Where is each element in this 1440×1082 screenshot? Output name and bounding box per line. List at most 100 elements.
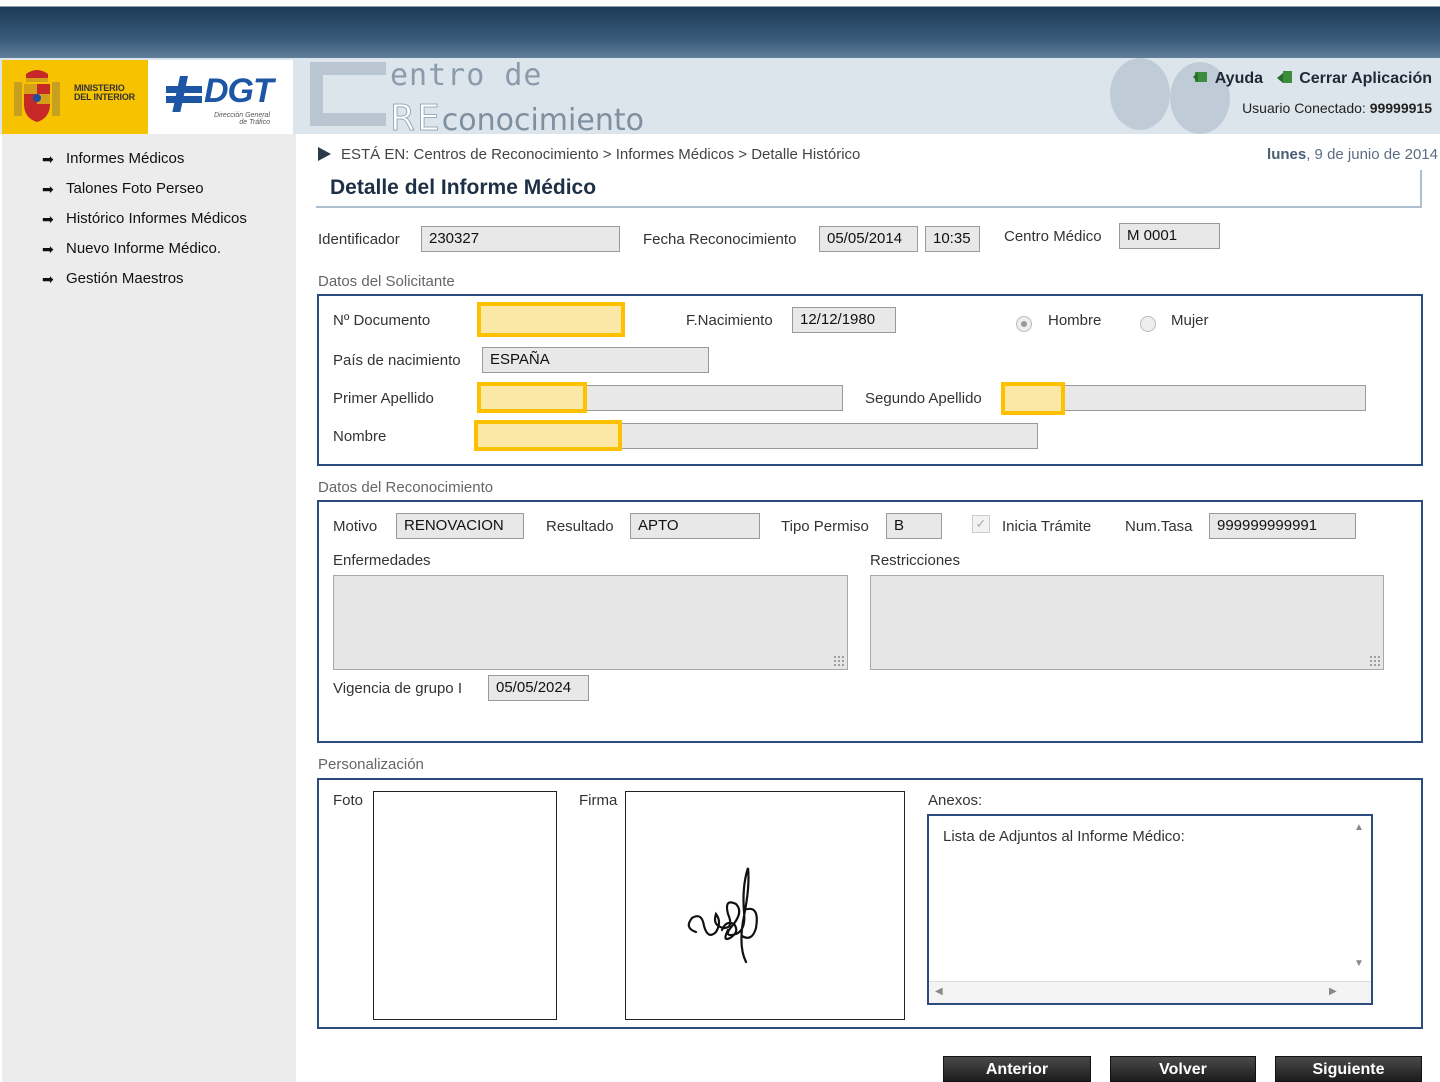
app-logo-line1: entro de xyxy=(390,58,543,93)
annex-horizontal-scrollbar[interactable]: ◀ ▶ xyxy=(929,981,1371,1003)
app-logo: entro de REconocimiento xyxy=(296,58,816,134)
sidebar-item-nuevo-informe[interactable]: ➡ Nuevo Informe Médico. xyxy=(2,234,296,264)
resize-grip-icon[interactable] xyxy=(1369,655,1381,667)
close-app-link[interactable]: Cerrar Aplicación xyxy=(1299,70,1432,87)
pais-nacimiento-field[interactable]: ESPAÑA xyxy=(482,347,709,373)
dgt-cross-icon xyxy=(166,76,202,112)
solicitante-section-title: Datos del Solicitante xyxy=(318,273,455,290)
restricciones-label: Restricciones xyxy=(870,552,961,569)
app-logo-c-mark xyxy=(310,62,386,126)
sidebar: ➡ Informes Médicos ➡ Talones Foto Perseo ➡… xyxy=(0,134,296,1082)
volver-button[interactable]: Volver xyxy=(1110,1056,1256,1082)
coat-of-arms-icon xyxy=(14,70,60,122)
mujer-radio[interactable] xyxy=(1140,316,1156,332)
scroll-right-icon[interactable]: ▶ xyxy=(1329,986,1337,997)
arrow-right-icon: ➡ xyxy=(42,241,54,257)
solicitante-panel: Nº Documento F.Nacimiento 12/12/1980 Hom… xyxy=(317,294,1423,466)
resize-grip-icon[interactable] xyxy=(833,655,845,667)
tipo-permiso-label: Tipo Permiso xyxy=(781,518,869,535)
identificador-label: Identificador xyxy=(318,231,400,248)
signature-image xyxy=(687,867,758,964)
reconocimiento-panel: Motivo RENOVACION Resultado APTO Tipo Pe… xyxy=(317,500,1423,743)
personalizacion-section-title: Personalización xyxy=(318,756,424,773)
primer-apellido-redacted xyxy=(477,382,587,413)
nombre-label: Nombre xyxy=(333,428,387,445)
hombre-label: Hombre xyxy=(1048,312,1102,329)
restricciones-textarea[interactable] xyxy=(870,575,1384,670)
annex-list[interactable]: Lista de Adjuntos al Informe Médico: ▲ ▼… xyxy=(927,814,1373,1005)
hora-reconocimiento-field[interactable]: 10:35 xyxy=(925,226,980,252)
motivo-field[interactable]: RENOVACION xyxy=(396,513,524,539)
connected-user: Usuario Conectado: 99999915 xyxy=(1242,100,1432,116)
arrow-right-icon: ➡ xyxy=(42,271,54,287)
scroll-down-icon[interactable]: ▼ xyxy=(1354,958,1364,969)
vigencia-field[interactable]: 05/05/2024 xyxy=(488,675,589,701)
hombre-radio[interactable] xyxy=(1016,316,1032,332)
foto-label: Foto xyxy=(333,792,364,809)
mujer-label: Mujer xyxy=(1171,312,1209,329)
fnacimiento-field[interactable]: 12/12/1980 xyxy=(792,307,896,333)
siguiente-button[interactable]: Siguiente xyxy=(1275,1056,1422,1082)
scroll-up-icon[interactable]: ▲ xyxy=(1354,822,1364,833)
fecha-reconocimiento-label: Fecha Reconocimiento xyxy=(643,231,797,248)
annex-vertical-scrollbar[interactable]: ▲ ▼ xyxy=(1347,816,1371,984)
breadcrumb-path[interactable]: Centros de Reconocimiento > Informes Méd… xyxy=(414,146,861,163)
resultado-label: Resultado xyxy=(546,518,614,535)
app-logo-line2: REconocimiento xyxy=(390,98,644,135)
sidebar-item-talones-foto-perseo[interactable]: ➡ Talones Foto Perseo xyxy=(2,174,296,204)
personalizacion-panel: Foto Firma Anexos: Lista de Adjuntos al … xyxy=(317,778,1423,1029)
ministry-logo: MINISTERIO DEL INTERIOR xyxy=(2,60,148,134)
annex-list-title: Lista de Adjuntos al Informe Médico: xyxy=(943,828,1185,845)
ministry-name: MINISTERIO DEL INTERIOR xyxy=(74,83,135,102)
centro-medico-label: Centro Médico xyxy=(1004,228,1102,245)
num-tasa-field[interactable]: 999999999991 xyxy=(1209,513,1356,539)
header-actions: Ayuda Cerrar Aplicación Usuario Conectad… xyxy=(1192,70,1432,116)
anexos-label: Anexos: xyxy=(928,792,983,809)
help-link[interactable]: Ayuda xyxy=(1215,70,1263,87)
enfermedades-textarea[interactable] xyxy=(333,575,848,670)
breadcrumb: ESTÁ EN: Centros de Reconocimiento > Inf… xyxy=(318,146,860,163)
segundo-apellido-redacted xyxy=(1001,382,1065,415)
dgt-logo: DGT Dirección General de Tráfico xyxy=(148,60,293,134)
vigencia-label: Vigencia de grupo I xyxy=(333,680,462,697)
help-icon xyxy=(1192,72,1207,82)
tipo-permiso-field[interactable]: B xyxy=(886,513,942,539)
enfermedades-label: Enfermedades xyxy=(333,552,431,569)
anterior-button[interactable]: Anterior xyxy=(943,1056,1091,1082)
page-title: Detalle del Informe Médico xyxy=(316,170,1422,208)
current-date: lunes, 9 de junio de 2014 xyxy=(1267,146,1438,163)
num-tasa-label: Num.Tasa xyxy=(1125,518,1193,535)
main-content: ESTÁ EN: Centros de Reconocimiento > Inf… xyxy=(296,134,1440,1082)
arrow-right-icon: ➡ xyxy=(42,181,54,197)
triangle-right-icon xyxy=(318,147,331,161)
arrow-right-icon: ➡ xyxy=(42,151,54,167)
documento-field-redacted[interactable] xyxy=(477,302,625,337)
app-header: MINISTERIO DEL INTERIOR DGT Dirección Ge… xyxy=(0,58,1440,134)
sidebar-item-historico[interactable]: ➡ Histórico Informes Médicos xyxy=(2,204,296,234)
centro-medico-field[interactable]: M 0001 xyxy=(1119,223,1220,249)
documento-label: Nº Documento xyxy=(333,312,431,329)
sidebar-item-gestion-maestros[interactable]: ➡ Gestión Maestros xyxy=(2,264,296,294)
primer-apellido-label: Primer Apellido xyxy=(333,390,434,407)
fnacimiento-label: F.Nacimiento xyxy=(686,312,773,329)
resultado-field[interactable]: APTO xyxy=(630,513,760,539)
scroll-left-icon[interactable]: ◀ xyxy=(935,986,943,997)
arrow-right-icon: ➡ xyxy=(42,211,54,227)
exit-icon xyxy=(1277,71,1293,83)
segundo-apellido-label: Segundo Apellido xyxy=(865,390,982,407)
top-banner xyxy=(0,0,1440,58)
fecha-reconocimiento-field[interactable]: 05/05/2014 xyxy=(819,226,918,252)
photo-frame xyxy=(373,791,557,1020)
firma-label: Firma xyxy=(579,792,618,809)
reconocimiento-section-title: Datos del Reconocimiento xyxy=(318,479,494,496)
signature-frame xyxy=(625,791,905,1020)
inicia-tramite-checkbox[interactable]: ✓ xyxy=(972,515,990,533)
pais-nacimiento-label: País de nacimiento xyxy=(333,352,461,369)
inicia-tramite-label: Inicia Trámite xyxy=(1002,518,1092,535)
dgt-logo-text: DGT xyxy=(204,72,274,110)
motivo-label: Motivo xyxy=(333,518,378,535)
nombre-redacted xyxy=(474,420,622,451)
sidebar-item-informes-medicos[interactable]: ➡ Informes Médicos xyxy=(2,144,296,174)
dgt-subtitle: Dirección General de Tráfico xyxy=(213,112,270,126)
identificador-field[interactable]: 230327 xyxy=(421,226,620,252)
